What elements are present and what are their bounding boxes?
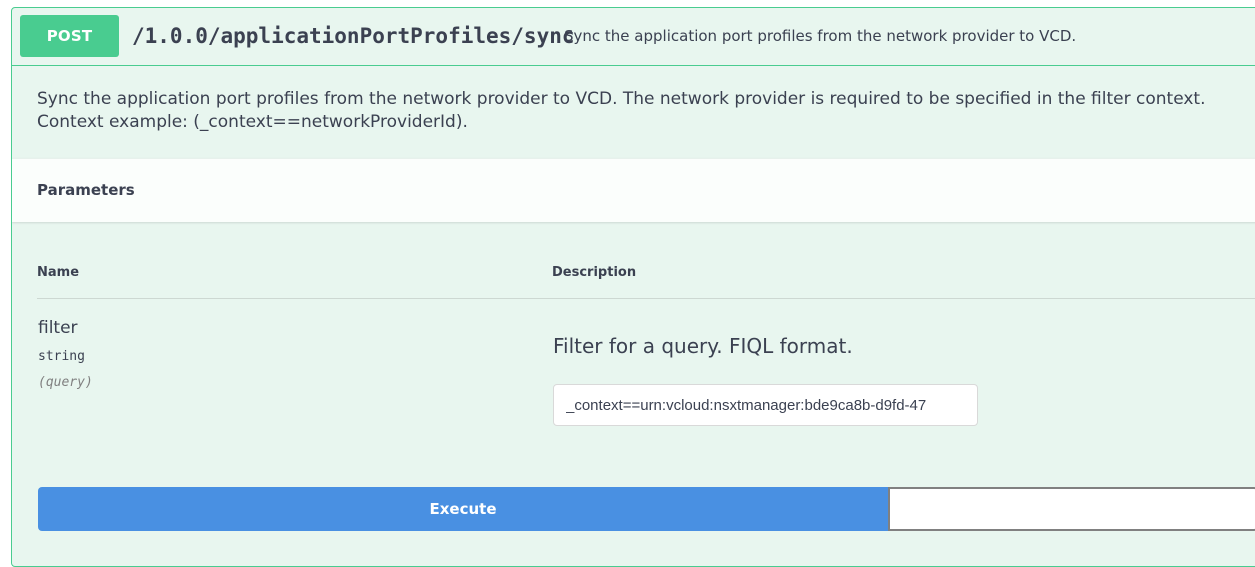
name-column-header: Name (37, 265, 80, 280)
execute-controls: Execute (38, 487, 1255, 531)
filter-parameter-location: (query) (38, 375, 93, 390)
clear-button[interactable] (888, 487, 1255, 531)
post-operation-block: POST /1.0.0/applicationPortProfiles/sync… (11, 7, 1255, 567)
parameters-title: Parameters (37, 181, 135, 199)
operation-path[interactable]: /1.0.0/applicationPortProfiles/sync (132, 24, 575, 48)
operation-summary-description: Sync the application port profiles from … (564, 27, 1077, 45)
description-line-2: Context example: (_context==networkProvi… (37, 112, 468, 132)
operation-description: Sync the application port profiles from … (37, 88, 1237, 134)
filter-parameter-type: string (38, 349, 85, 364)
parameters-table-header: Name Description (37, 253, 1255, 299)
filter-parameter-description: Filter for a query. FIQL format. (553, 334, 853, 358)
description-column-header: Description (552, 265, 637, 280)
operation-summary[interactable]: POST /1.0.0/applicationPortProfiles/sync… (12, 8, 1255, 66)
description-line-1: Sync the application port profiles from … (37, 89, 1206, 109)
method-badge[interactable]: POST (20, 15, 119, 57)
filter-parameter-name: filter (38, 318, 78, 338)
parameters-section-header: Parameters (12, 158, 1255, 222)
filter-input[interactable] (553, 384, 978, 426)
execute-button[interactable]: Execute (38, 487, 888, 531)
